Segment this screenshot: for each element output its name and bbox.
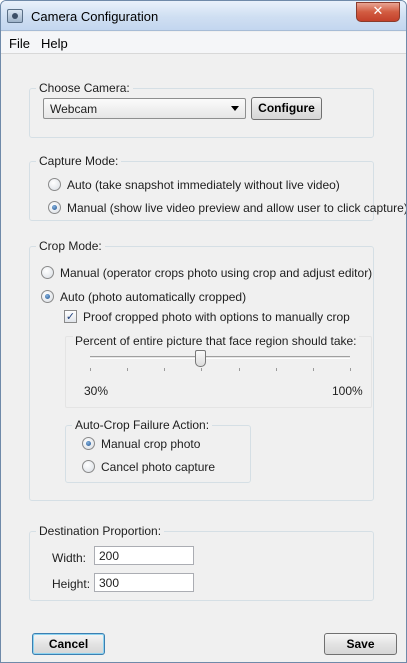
height-label: Height: bbox=[52, 577, 91, 591]
slider-tick bbox=[127, 368, 129, 371]
failure-manual-crop-radio[interactable] bbox=[82, 437, 95, 450]
height-input[interactable]: 300 bbox=[94, 573, 194, 592]
face-percent-slider-thumb[interactable] bbox=[195, 350, 207, 367]
capture-auto-radio[interactable] bbox=[48, 178, 61, 191]
menu-file[interactable]: File bbox=[9, 36, 30, 51]
chevron-down-icon bbox=[231, 106, 239, 111]
slider-tick bbox=[90, 368, 91, 371]
window-title: Camera Configuration bbox=[31, 9, 159, 24]
capture-auto-label: Auto (take snapshot immediately without … bbox=[67, 178, 340, 192]
slider-tick bbox=[201, 368, 203, 371]
slider-tick bbox=[350, 368, 351, 371]
width-label: Width: bbox=[52, 551, 87, 565]
slider-tick bbox=[275, 368, 277, 371]
failure-action-legend: Auto-Crop Failure Action: bbox=[72, 418, 213, 432]
menu-help[interactable]: Help bbox=[41, 36, 68, 51]
crop-manual-label: Manual (operator crops photo using crop … bbox=[60, 266, 373, 280]
camera-configuration-window: Camera Configuration ✕ File Help Choose … bbox=[0, 0, 407, 663]
slider-tick bbox=[312, 368, 314, 371]
width-input[interactable]: 200 bbox=[94, 546, 194, 565]
cancel-button[interactable]: Cancel bbox=[32, 633, 105, 655]
destination-legend: Destination Proportion: bbox=[36, 524, 165, 538]
configure-button[interactable]: Configure bbox=[251, 97, 322, 120]
close-button[interactable]: ✕ bbox=[356, 2, 400, 22]
face-percent-panel: Percent of entire picture that face regi… bbox=[65, 334, 372, 408]
choose-camera-legend: Choose Camera: bbox=[36, 81, 133, 95]
failure-action-group: Auto-Crop Failure Action: bbox=[65, 418, 251, 483]
slider-tick bbox=[238, 368, 240, 371]
face-percent-label: Percent of entire picture that face regi… bbox=[73, 334, 359, 348]
proof-checkbox[interactable]: ✓ bbox=[64, 310, 77, 323]
slider-tick bbox=[164, 368, 166, 371]
menu-bar: File Help bbox=[1, 32, 406, 54]
save-button[interactable]: Save bbox=[324, 633, 397, 655]
slider-max-label: 100% bbox=[332, 384, 363, 398]
crop-mode-legend: Crop Mode: bbox=[36, 239, 105, 253]
failure-manual-crop-label: Manual crop photo bbox=[101, 437, 201, 451]
proof-label: Proof cropped photo with options to manu… bbox=[83, 310, 350, 324]
failure-cancel-label: Cancel photo capture bbox=[101, 460, 216, 474]
camera-select-value: Webcam bbox=[50, 102, 98, 116]
face-percent-slider-track[interactable] bbox=[90, 356, 350, 359]
camera-app-icon bbox=[7, 9, 23, 23]
slider-min-label: 30% bbox=[84, 384, 109, 398]
camera-select[interactable]: Webcam bbox=[43, 98, 246, 119]
crop-auto-label: Auto (photo automatically cropped) bbox=[60, 290, 247, 304]
capture-manual-label: Manual (show live video preview and allo… bbox=[67, 201, 407, 215]
title-bar: Camera Configuration ✕ bbox=[1, 1, 406, 31]
failure-cancel-radio[interactable] bbox=[82, 460, 95, 473]
capture-mode-legend: Capture Mode: bbox=[36, 154, 122, 168]
capture-manual-radio[interactable] bbox=[48, 201, 61, 214]
crop-manual-radio[interactable] bbox=[41, 266, 54, 279]
crop-auto-radio[interactable] bbox=[41, 290, 54, 303]
